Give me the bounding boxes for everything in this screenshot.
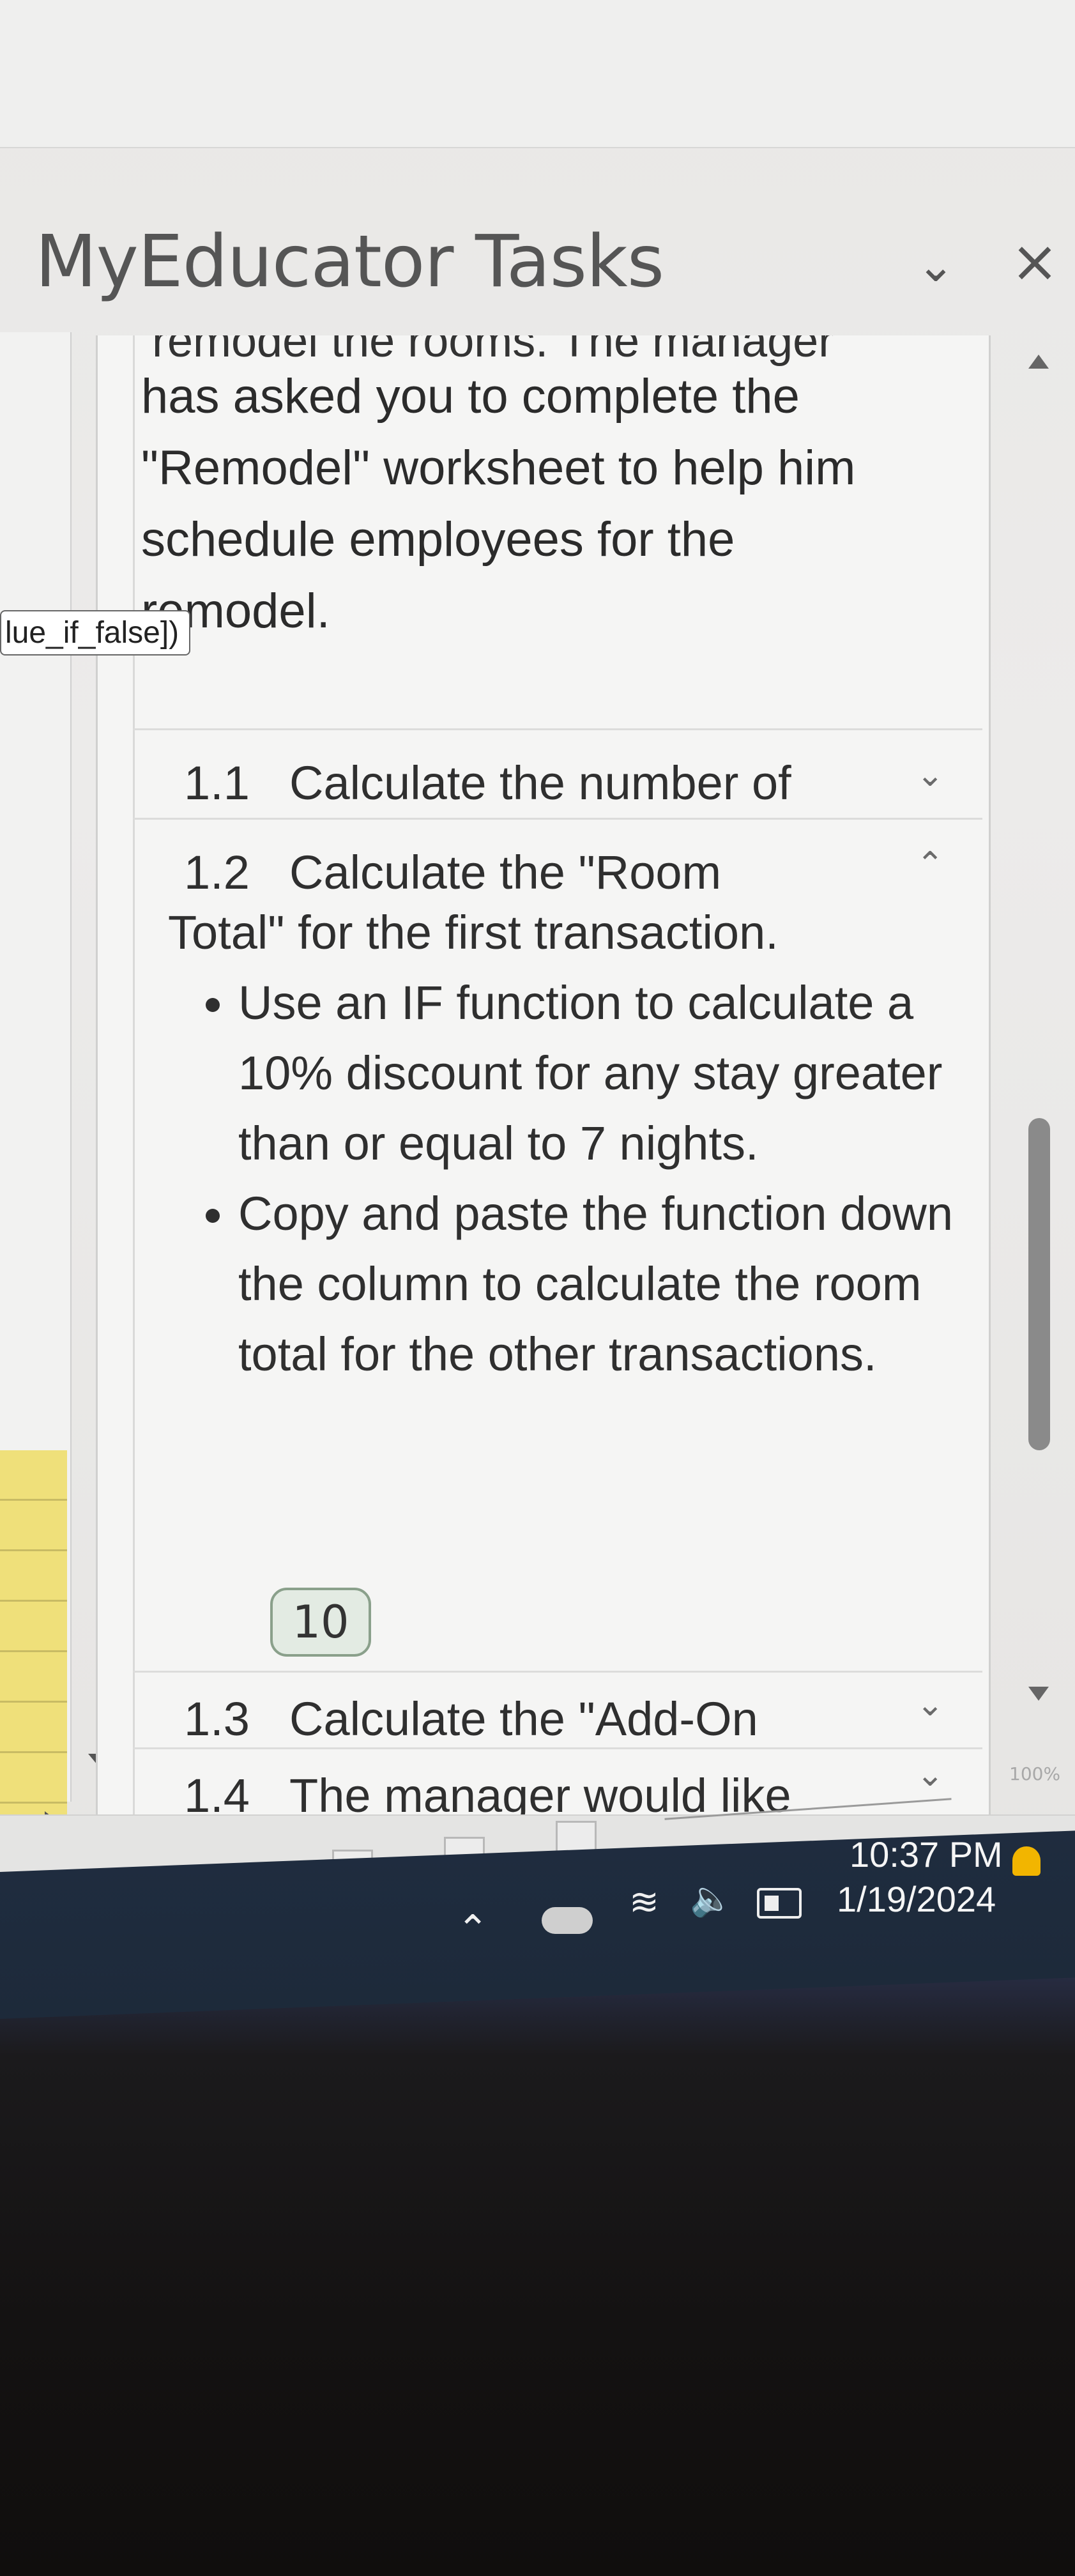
- chevron-down-icon[interactable]: ⌄: [916, 1756, 944, 1794]
- intro-line: has asked you to complete the: [141, 369, 800, 424]
- task-number: 1.2: [184, 846, 250, 899]
- task-title: Calculate the "Room: [289, 846, 722, 899]
- bullet-item: Use an IF function to calculate a 10% di…: [238, 968, 973, 1179]
- task-pane-scrollbar[interactable]: [996, 335, 1054, 1741]
- intro-line: remodel.: [141, 584, 330, 638]
- intro-line: schedule employees for the: [141, 512, 735, 567]
- task-bullets: Use an IF function to calculate a 10% di…: [168, 968, 973, 1390]
- cloud-icon[interactable]: [542, 1907, 593, 1934]
- spreadsheet-strip: [0, 332, 72, 1942]
- task-row-1-2[interactable]: 1.2 Calculate the "Room ⌃: [133, 818, 982, 909]
- task-number: 1.3: [184, 1692, 250, 1745]
- task-continuation: Total" for the first transaction.: [168, 906, 779, 959]
- task-pane-title: MyEducator Tasks: [35, 220, 664, 303]
- notification-bell-icon[interactable]: [1012, 1846, 1041, 1876]
- taskbar-time[interactable]: 10:37 PM: [850, 1834, 1003, 1875]
- task-title: Calculate the number of: [289, 756, 791, 809]
- function-tooltip: lue_if_false]): [0, 610, 191, 656]
- divider: [133, 335, 135, 1824]
- chevron-down-icon[interactable]: ⌄: [916, 756, 944, 794]
- task-row-1-3[interactable]: 1.3 Calculate the "Add-On ⌄: [133, 1671, 982, 1749]
- chevron-up-icon[interactable]: ⌃: [916, 845, 944, 884]
- task-row-1-1[interactable]: 1.1 Calculate the number of ⌄: [133, 728, 982, 820]
- intro-text: has asked you to complete the "Remodel" …: [141, 361, 908, 647]
- battery-icon[interactable]: [757, 1888, 802, 1919]
- volume-icon[interactable]: 🔈: [690, 1878, 733, 1919]
- close-icon[interactable]: ×: [1009, 233, 1060, 291]
- intro-line: "Remodel" worksheet to help him: [141, 441, 856, 495]
- monitor-bezel: [0, 1942, 1075, 2576]
- task-row-1-4[interactable]: 1.4 The manager would like ⌄: [133, 1747, 982, 1824]
- task-pane: remodel the rooms. The manager has asked…: [96, 335, 991, 1824]
- scroll-down-icon[interactable]: [1028, 1687, 1049, 1701]
- zoom-level[interactable]: 100%: [1009, 1763, 1060, 1784]
- task-1-2-detail: Total" for the first transaction. Use an…: [168, 898, 973, 1390]
- task-number: 1.1: [184, 756, 250, 809]
- wifi-icon[interactable]: ≋: [629, 1882, 659, 1923]
- excel-window: MyEducator Tasks ⌄ × lue_if_false]) remo…: [0, 0, 1075, 1942]
- bullet-item: Copy and paste the function down the col…: [238, 1179, 973, 1390]
- chevron-down-icon[interactable]: ⌄: [913, 242, 958, 288]
- taskbar-date[interactable]: 1/19/2024: [837, 1878, 996, 1920]
- points-badge: 10: [270, 1588, 371, 1657]
- task-title: Calculate the "Add-On: [289, 1692, 758, 1745]
- ribbon-area: [0, 0, 1075, 148]
- chevron-up-icon[interactable]: ⌃: [457, 1907, 489, 1952]
- scroll-up-icon[interactable]: [1028, 355, 1049, 369]
- scroll-thumb[interactable]: [1028, 1118, 1050, 1450]
- chevron-down-icon[interactable]: ⌄: [916, 1685, 944, 1724]
